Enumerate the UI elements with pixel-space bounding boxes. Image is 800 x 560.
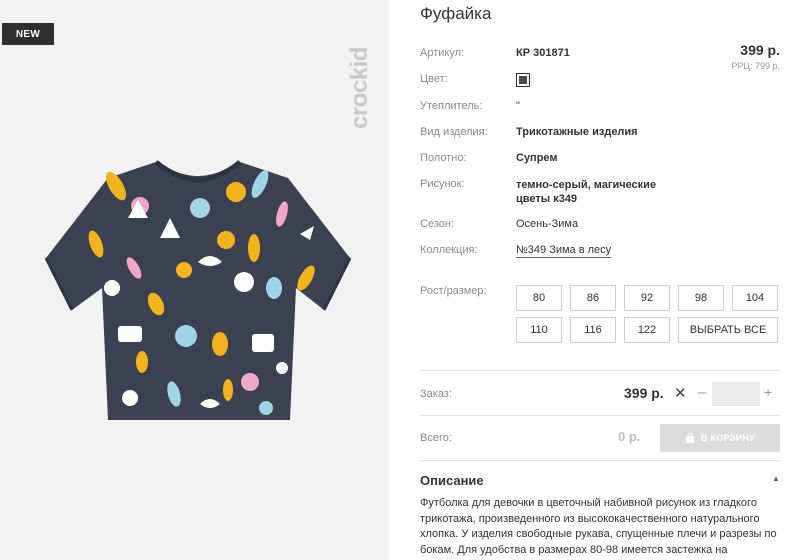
brand-logo: crockid (346, 47, 373, 129)
size-button-86[interactable]: 86 (570, 285, 616, 311)
spec-label-collection: Коллекция: (420, 244, 478, 256)
divider (420, 415, 780, 416)
size-button-92[interactable]: 92 (624, 285, 670, 311)
size-button-110[interactable]: 110 (516, 317, 562, 343)
color-swatch[interactable] (516, 73, 530, 87)
divider (420, 370, 780, 371)
description-text: Футболка для девочки в цветочный набивно… (420, 497, 777, 556)
size-button-116[interactable]: 116 (570, 317, 616, 343)
spec-label-fabric: Полотно: (420, 152, 467, 164)
rrc-price: РРЦ: 799 р. (731, 61, 780, 71)
product-image[interactable]: NEW crockid (0, 0, 389, 560)
size-button-80[interactable]: 80 (516, 285, 562, 311)
spec-label-article: Артикул: (420, 47, 465, 59)
add-to-cart-button[interactable]: В КОРЗИНУ (660, 424, 780, 452)
spec-value-collection: №349 Зима в лесу (516, 244, 612, 258)
size-button-98[interactable]: 98 (678, 285, 724, 311)
tshirt-photo (44, 160, 352, 420)
bag-icon (685, 433, 694, 443)
description-title: Описание (420, 473, 484, 488)
divider (420, 460, 780, 461)
spec-label-type: Вид изделия: (420, 126, 488, 138)
spec-label-pattern: Рисунок: (420, 178, 465, 190)
product-info: Фуфайка 399 р. РРЦ: 799 р. Артикул: КР 3… (420, 0, 800, 560)
new-badge: NEW (2, 23, 54, 45)
spec-label-season: Сезон: (420, 218, 454, 230)
order-label: Заказ: (420, 388, 452, 400)
collapse-toggle-icon[interactable]: ▲ (772, 474, 780, 483)
quantity-input[interactable] (712, 382, 760, 406)
spec-label-insulation: Утеплитель: (420, 100, 483, 112)
select-all-button[interactable]: ВЫБРАТЬ ВСЕ (678, 317, 778, 343)
spec-value-season: Осень-Зима (516, 218, 579, 230)
size-button-122[interactable]: 122 (624, 317, 670, 343)
spec-value-type: Трикотажные изделия (516, 126, 638, 138)
total-price: 0 р. (618, 429, 641, 444)
spec-value-article: КР 301871 (516, 47, 570, 59)
size-button-104[interactable]: 104 (732, 285, 778, 311)
collection-link[interactable]: №349 Зима в лесу (516, 244, 612, 258)
minus-button[interactable]: – (698, 384, 706, 401)
spec-value-insulation: " (516, 100, 520, 112)
total-label: Всего: (420, 432, 452, 444)
spec-label-color: Цвет: (420, 73, 448, 85)
spec-value-fabric: Супрем (516, 152, 558, 164)
product-title: Фуфайка (420, 4, 492, 23)
order-price: 399 р. (624, 385, 664, 401)
cart-button-label: В КОРЗИНУ (700, 433, 756, 443)
product-price: 399 р. (740, 42, 780, 58)
close-icon[interactable]: ✕ (674, 384, 687, 402)
size-label: Рост/размер: (420, 285, 487, 297)
plus-button[interactable]: + (764, 384, 772, 400)
spec-value-pattern: темно-серый, магические цветы к349 (516, 179, 657, 205)
